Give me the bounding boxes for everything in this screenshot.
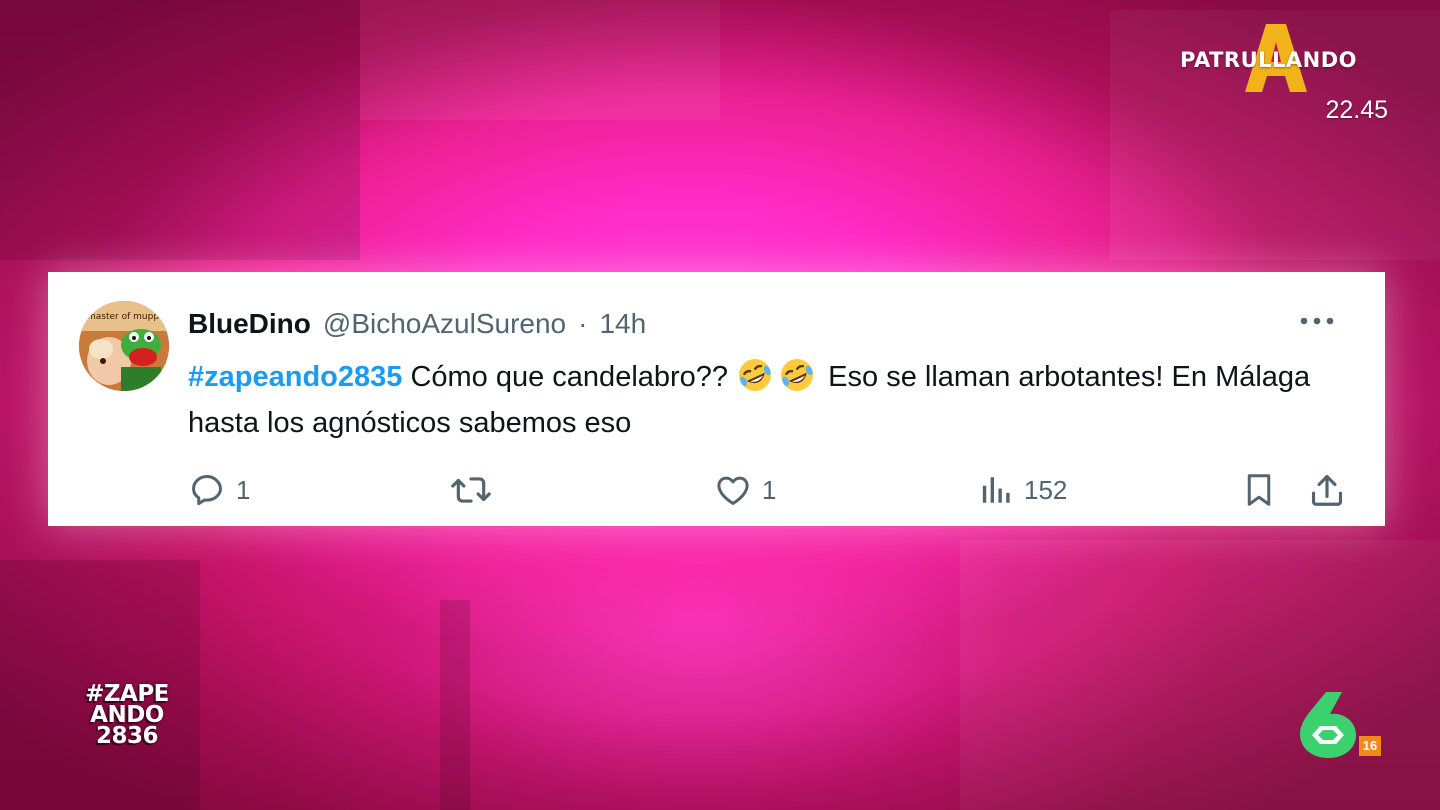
tweet-card: master of muppets BlueDino @BichoAzulSur… <box>48 272 1385 526</box>
corner-hashtag-line: 2836 <box>95 723 159 749</box>
show-logo: PATRULLANDO 22.45 <box>1178 22 1388 132</box>
display-name[interactable]: BlueDino <box>188 308 311 340</box>
avatar-caption: master of muppets <box>87 312 169 322</box>
bookmark-button[interactable] <box>1241 468 1277 512</box>
rolling-laughing-emoji-icon <box>739 359 772 391</box>
share-button[interactable] <box>1308 468 1346 512</box>
retweet-button[interactable] <box>450 468 492 512</box>
more-horizontal-icon <box>1300 317 1334 325</box>
share-icon <box>1311 474 1343 506</box>
show-logo-text: PATRULLANDO <box>1180 48 1358 72</box>
analytics-icon <box>982 477 1010 503</box>
header-separator: · <box>578 308 588 339</box>
tweet-text: #zapeando2835 Cómo que candelabro?? Eso … <box>188 354 1348 446</box>
hashtag-link[interactable]: #zapeando2835 <box>188 361 402 393</box>
reply-icon <box>192 475 222 506</box>
like-count: 1 <box>762 474 777 505</box>
views-button[interactable]: 152 <box>980 468 1067 512</box>
like-button[interactable]: 1 <box>714 468 776 512</box>
video-frame: PATRULLANDO 22.45 master of muppets Blue… <box>0 0 1440 810</box>
bookmark-icon <box>1247 474 1271 506</box>
rolling-laughing-emoji-icon <box>781 359 814 391</box>
reply-count: 1 <box>236 474 251 505</box>
reply-button[interactable]: 1 <box>188 468 250 512</box>
more-options-button[interactable] <box>1297 306 1337 336</box>
timestamp[interactable]: 14h <box>599 308 646 340</box>
avatar-image: master of muppets <box>79 301 169 391</box>
age-rating-badge: 16 <box>1359 736 1381 756</box>
heart-icon <box>717 476 749 505</box>
tweet-header: BlueDino @BichoAzulSureno · 14h <box>188 308 646 340</box>
retweet-icon <box>451 477 491 503</box>
corner-hashtag-logo: #ZAPE ANDO 2836 <box>72 683 182 749</box>
avatar[interactable]: master of muppets <box>79 301 169 391</box>
tweet-text-part1: Cómo que candelabro?? <box>402 361 737 393</box>
broadcast-time: 22.45 <box>1325 96 1388 124</box>
view-count: 152 <box>1024 474 1068 505</box>
tweet-actions: 1 1 152 <box>188 468 1348 512</box>
user-handle[interactable]: @BichoAzulSureno <box>323 308 566 340</box>
